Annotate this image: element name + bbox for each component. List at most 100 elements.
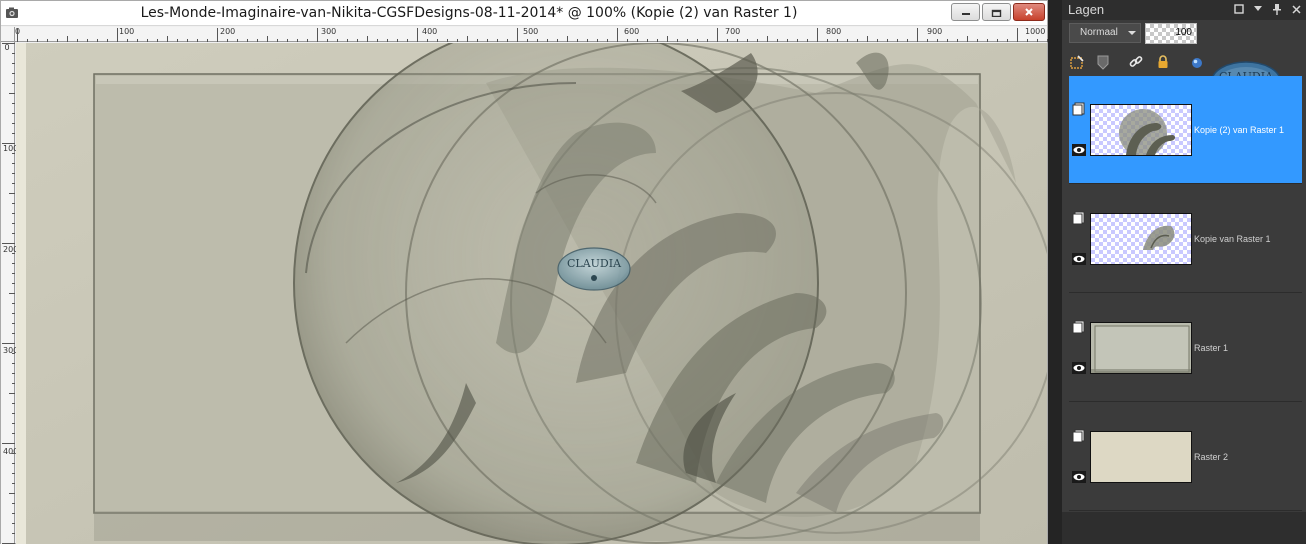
layers-palette: Lagen Normaal 100 Kopie (2) van Raster 1… — [1062, 0, 1306, 544]
ruler-tick — [12, 503, 15, 504]
ruler-tick — [37, 39, 38, 42]
vertical-ruler[interactable]: 0 100 200 300 400 — [1, 42, 19, 544]
ruler-tick — [647, 39, 648, 42]
ruler-tick — [17, 28, 18, 42]
layers-header[interactable]: Lagen — [1062, 0, 1306, 20]
ruler-tick — [12, 223, 15, 224]
ruler-label-h: 800 — [826, 27, 842, 36]
horizontal-ruler[interactable]: 0 100 200 300 400 500 600 700 800 900 10… — [15, 27, 1048, 42]
ruler-tick — [957, 39, 958, 42]
ruler-tick — [217, 28, 218, 42]
ruler-tick — [12, 383, 15, 384]
layer-item[interactable]: Raster 1 — [1069, 294, 1302, 402]
ruler-tick — [67, 36, 68, 42]
ruler-tick — [777, 39, 778, 42]
link-icon[interactable] — [1128, 54, 1144, 70]
eye-icon[interactable] — [1072, 253, 1086, 265]
maximize-button[interactable] — [982, 3, 1011, 21]
ruler-tick — [627, 39, 628, 42]
ruler-tick — [207, 39, 208, 42]
layer-item[interactable]: Raster 2 — [1069, 403, 1302, 511]
ruler-tick — [12, 333, 15, 334]
layer-item[interactable]: Kopie van Raster 1 — [1069, 185, 1302, 293]
ruler-tick — [297, 39, 298, 42]
lock-icon[interactable] — [1155, 54, 1171, 70]
ruler-tick — [227, 39, 228, 42]
canvas-left-highlight — [16, 43, 26, 544]
close-button[interactable] — [1013, 3, 1045, 21]
ruler-tick — [12, 273, 15, 274]
ruler-tick — [12, 263, 15, 264]
ruler-tick — [107, 39, 108, 42]
ruler-label-h: 700 — [725, 27, 741, 36]
ruler-tick — [717, 28, 718, 42]
blend-mode-value: Normaal — [1080, 27, 1118, 38]
ruler-tick — [2, 443, 15, 444]
layer-thumbnail — [1090, 104, 1192, 156]
minimize-button[interactable] — [951, 3, 980, 21]
new-raster-layer-icon[interactable] — [1069, 54, 1085, 70]
panel-divider[interactable] — [1048, 0, 1062, 544]
ruler-tick — [157, 39, 158, 42]
ruler-tick — [12, 163, 15, 164]
layer-group-icon[interactable] — [1072, 102, 1085, 116]
ruler-tick — [517, 28, 518, 42]
eye-icon[interactable] — [1072, 144, 1086, 156]
ruler-tick — [887, 39, 888, 42]
ruler-tick — [407, 39, 408, 42]
ruler-tick — [12, 203, 15, 204]
ruler-tick — [12, 173, 15, 174]
layer-name: Kopie van Raster 1 — [1194, 234, 1271, 244]
ruler-label-v: 400 — [3, 447, 19, 456]
ruler-tick — [197, 39, 198, 42]
ruler-tick — [837, 39, 838, 42]
layer-item[interactable]: Kopie (2) van Raster 1 — [1069, 76, 1302, 184]
ruler-tick — [587, 39, 588, 42]
ruler-tick — [267, 36, 268, 42]
eye-icon[interactable] — [1072, 471, 1086, 483]
title-bar[interactable]: Les-Monde-Imaginaire-van-Nikita-CGSFDesi… — [1, 1, 1047, 26]
ruler-tick — [187, 39, 188, 42]
ruler-tick — [367, 36, 368, 42]
square-icon — [1234, 4, 1244, 14]
ruler-tick — [787, 39, 788, 42]
ruler-tick — [807, 39, 808, 42]
ruler-tick — [12, 413, 15, 414]
ruler-tick — [9, 493, 15, 494]
ruler-tick — [747, 39, 748, 42]
ruler-tick — [927, 39, 928, 42]
ruler-tick — [707, 39, 708, 42]
ruler-label-v: 0 — [4, 43, 10, 52]
ruler-tick — [12, 313, 15, 314]
ruler-tick — [757, 39, 758, 42]
ruler-label-h: 900 — [927, 27, 943, 36]
pin-button[interactable] — [1271, 3, 1283, 15]
layer-thumbnail — [1090, 322, 1192, 374]
eye-icon[interactable] — [1072, 362, 1086, 374]
ruler-tick — [9, 193, 15, 194]
ruler-tick — [9, 93, 15, 94]
ruler-tick — [827, 39, 828, 42]
ruler-tick — [597, 39, 598, 42]
ruler-tick — [12, 53, 15, 54]
blend-mode-dropdown[interactable]: Normaal — [1069, 23, 1141, 43]
ruler-tick — [687, 39, 688, 42]
mask-icon[interactable] — [1095, 54, 1111, 70]
ruler-tick — [387, 39, 388, 42]
ruler-tick — [727, 39, 728, 42]
layer-group-icon[interactable] — [1072, 320, 1085, 334]
layer-thumbnail — [1090, 213, 1192, 265]
panel-menu-button[interactable] — [1252, 3, 1264, 15]
ruler-tick — [12, 423, 15, 424]
ruler-tick — [247, 39, 248, 42]
close-panel-button[interactable] — [1290, 3, 1302, 15]
layer-group-icon[interactable] — [1072, 211, 1085, 225]
maximize-panel-button[interactable] — [1233, 3, 1245, 15]
image-canvas[interactable]: CLAUDIA — [16, 43, 1047, 544]
ruler-tick — [12, 483, 15, 484]
opacity-field[interactable]: 100 — [1145, 23, 1197, 44]
ruler-tick — [657, 39, 658, 42]
visibility-icon[interactable] — [1189, 54, 1205, 70]
ruler-label-h: 1000 — [1025, 27, 1046, 36]
layer-group-icon[interactable] — [1072, 429, 1085, 443]
